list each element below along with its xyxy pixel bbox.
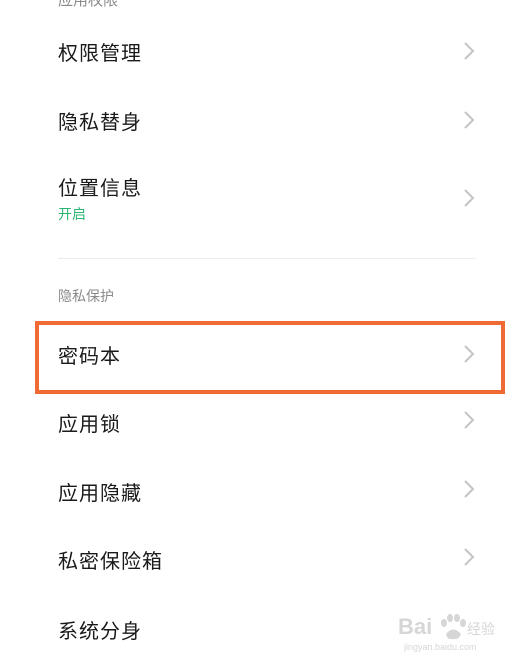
section-header-app-permissions: 应用权限	[58, 0, 119, 9]
chevron-right-icon	[462, 187, 476, 209]
settings-page: 应用权限 权限管理 隐私替身 位置信息 开启 隐私保护 密码本 应用锁 应用隐藏…	[0, 0, 521, 661]
row-privacy-substitute[interactable]: 隐私替身	[0, 88, 521, 150]
row-permission-management[interactable]: 权限管理	[0, 20, 521, 82]
chevron-right-icon	[462, 343, 476, 365]
row-location-info[interactable]: 位置信息 开启	[0, 160, 521, 240]
chevron-right-icon	[462, 109, 476, 131]
row-label: 隐私替身	[58, 110, 142, 134]
row-label: 权限管理	[58, 41, 142, 65]
row-label: 应用锁	[58, 412, 121, 436]
row-label: 位置信息	[58, 176, 142, 200]
row-label: 应用隐藏	[58, 481, 142, 505]
chevron-right-icon	[462, 40, 476, 62]
location-status: 开启	[58, 207, 86, 223]
svg-text:Bai: Bai	[398, 614, 432, 639]
section-header-privacy-protection: 隐私保护	[58, 289, 114, 305]
chevron-right-icon	[462, 478, 476, 500]
svg-text:jingyan.baidu.com: jingyan.baidu.com	[403, 642, 477, 652]
row-label: 密码本	[58, 344, 121, 368]
svg-text:经验: 经验	[467, 622, 495, 638]
chevron-right-icon	[462, 409, 476, 431]
row-app-hide[interactable]: 应用隐藏	[0, 458, 521, 524]
row-label: 系统分身	[58, 619, 142, 643]
row-app-lock[interactable]: 应用锁	[0, 390, 521, 456]
row-private-safe[interactable]: 私密保险箱	[0, 528, 521, 594]
row-label: 私密保险箱	[58, 549, 163, 573]
chevron-right-icon	[462, 546, 476, 568]
baidu-watermark-logo: Bai 经验 jingyan.baidu.com	[396, 608, 506, 654]
section-divider	[58, 258, 476, 259]
row-password-book[interactable]: 密码本	[0, 322, 521, 388]
